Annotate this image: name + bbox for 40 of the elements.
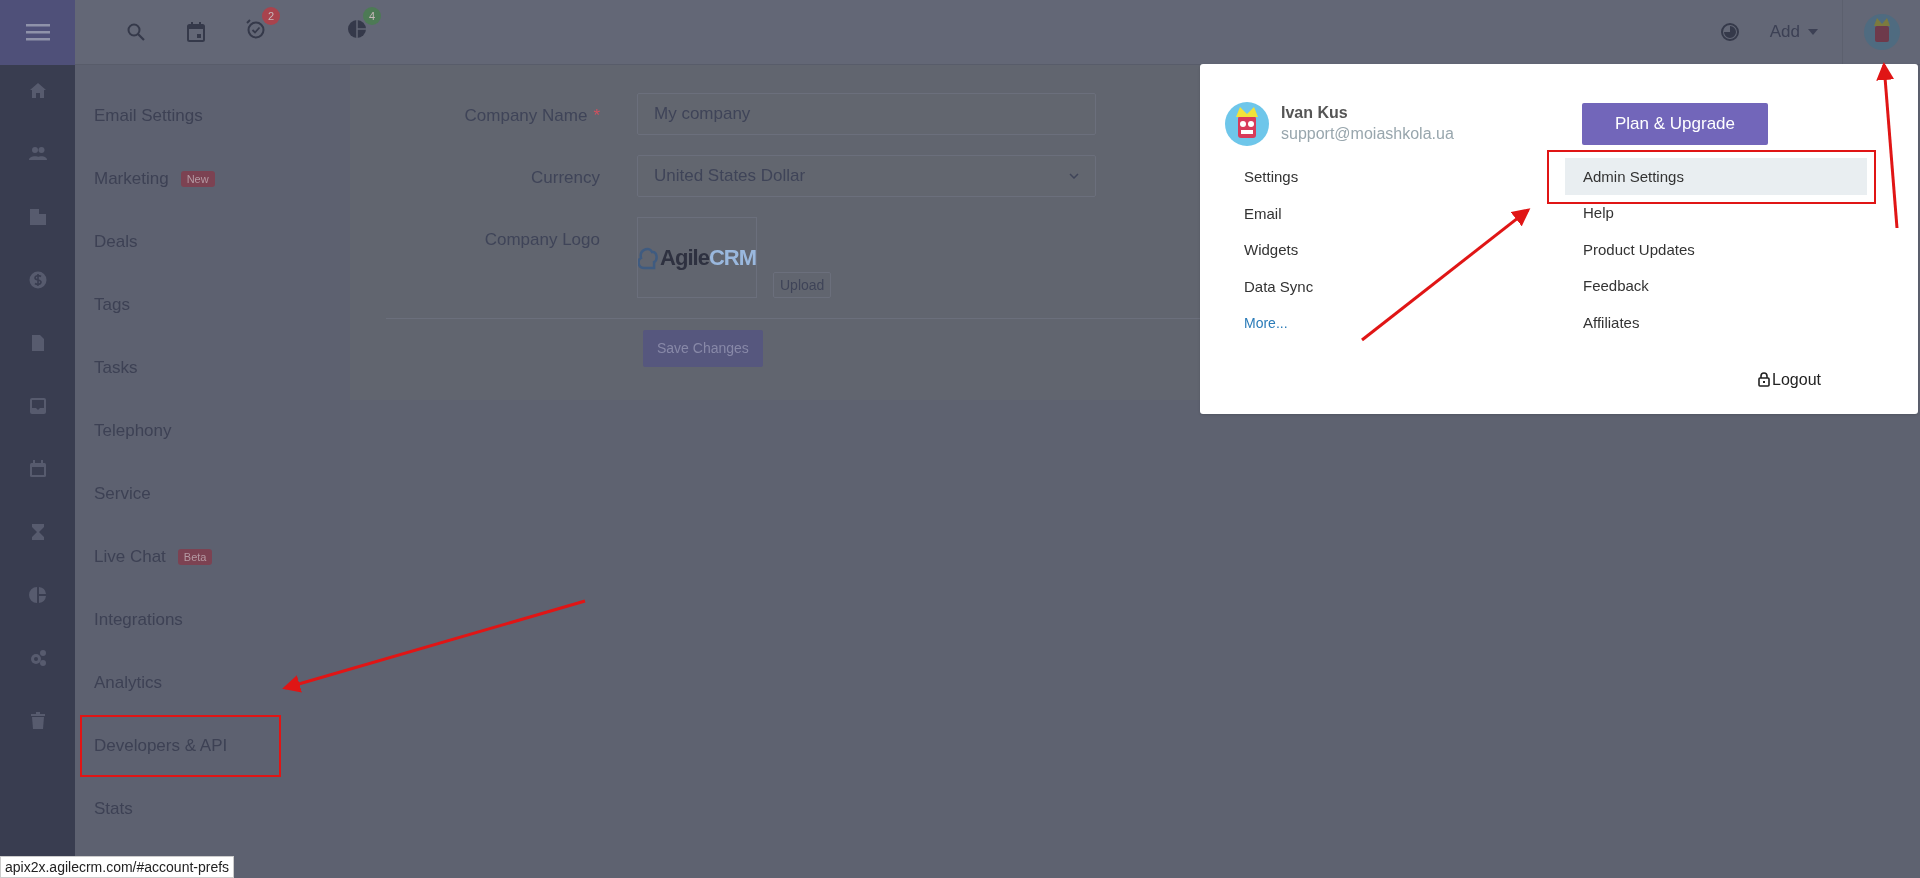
menu-item[interactable]: Data Sync bbox=[1225, 268, 1565, 305]
menu-item[interactable]: Widgets bbox=[1225, 232, 1565, 269]
plan-upgrade-button[interactable]: Plan & Upgrade bbox=[1582, 103, 1768, 145]
nav-badge: New bbox=[180, 170, 215, 187]
avatar[interactable] bbox=[1863, 14, 1900, 50]
dollar-icon[interactable] bbox=[28, 271, 47, 289]
chevron-down-icon bbox=[1069, 173, 1079, 179]
user-email: support@moiashkola.ua bbox=[1281, 124, 1454, 144]
caret-icon bbox=[1808, 29, 1818, 35]
required-mark: * bbox=[593, 105, 600, 127]
status-url: apix2x.agilecrm.com/#account-prefs bbox=[0, 856, 235, 878]
notification-badge: 4 bbox=[363, 6, 381, 25]
menu-button[interactable] bbox=[0, 0, 75, 65]
pie-chart-icon[interactable] bbox=[28, 586, 47, 604]
notification-badge: 2 bbox=[262, 6, 280, 25]
pie-chart-button[interactable] bbox=[347, 18, 367, 39]
gears-icon[interactable] bbox=[28, 649, 47, 667]
calendar-icon[interactable] bbox=[187, 22, 205, 42]
logout-button[interactable]: Logout bbox=[1758, 367, 1821, 392]
inbox-icon[interactable] bbox=[28, 397, 47, 415]
menu-item[interactable]: Admin Settings bbox=[1565, 158, 1867, 195]
pie-chart-icon bbox=[347, 18, 367, 39]
avatar bbox=[1225, 102, 1269, 146]
search-icon[interactable] bbox=[127, 23, 145, 41]
menu-icon bbox=[25, 23, 50, 41]
more-link[interactable]: More... bbox=[1225, 305, 1565, 342]
calendar-icon[interactable] bbox=[28, 460, 47, 478]
contrast-icon[interactable] bbox=[1719, 22, 1740, 42]
building-icon[interactable] bbox=[28, 208, 47, 226]
alarm-clock-button[interactable] bbox=[246, 18, 266, 39]
lock-icon bbox=[1758, 372, 1771, 387]
menu-item[interactable]: Email bbox=[1225, 195, 1565, 232]
nav-badge: Beta bbox=[177, 548, 213, 565]
trash-icon[interactable] bbox=[28, 712, 47, 730]
menu-item[interactable]: Settings bbox=[1225, 159, 1565, 196]
people-icon[interactable] bbox=[28, 145, 47, 163]
cloud-icon bbox=[638, 245, 659, 270]
home-icon[interactable] bbox=[28, 82, 47, 100]
user-name: Ivan Kus bbox=[1281, 103, 1349, 123]
alarm-clock-icon bbox=[246, 18, 266, 39]
